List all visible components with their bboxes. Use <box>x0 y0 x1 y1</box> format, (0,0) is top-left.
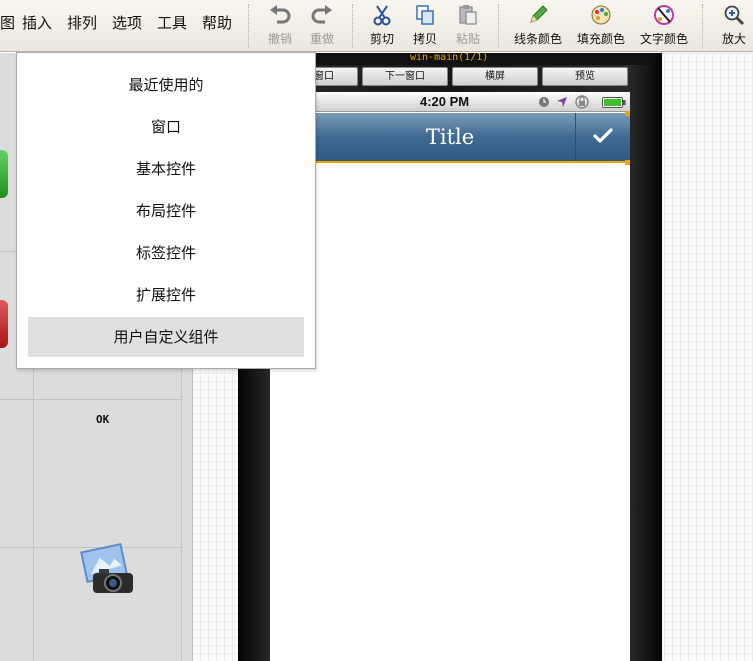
paste-label: 粘贴 <box>455 32 480 46</box>
red-button-widget[interactable] <box>0 300 8 348</box>
redo-icon <box>304 4 340 26</box>
menu-item-basic-controls[interactable]: 基本控件 <box>28 149 304 189</box>
undo-icon <box>262 4 298 26</box>
checkmark-icon <box>593 127 613 149</box>
toolbar-separator <box>702 4 703 48</box>
status-bar: 4:20 PM <box>270 92 630 112</box>
menu-tools[interactable]: 工具 <box>157 12 187 33</box>
magnifier-plus-icon <box>716 4 752 26</box>
checkmark-button[interactable] <box>575 113 630 161</box>
pencil-icon <box>511 4 565 26</box>
menu-view[interactable]: 图 <box>0 12 15 33</box>
menu-insert[interactable]: 插入 <box>22 12 52 33</box>
cut-label: 剪切 <box>369 32 394 46</box>
text-color-icon <box>637 4 691 26</box>
copy-label: 拷贝 <box>412 32 437 46</box>
undo-button[interactable]: 撤销 <box>262 4 298 50</box>
copy-icon <box>407 4 443 26</box>
menu-options[interactable]: 选项 <box>112 12 142 33</box>
menu-item-custom-components[interactable]: 用户自定义组件 <box>28 317 304 357</box>
line-color-label: 线条颜色 <box>513 32 562 46</box>
window-label: win-main(1/1) <box>410 52 489 63</box>
paste-button[interactable]: 粘贴 <box>450 4 486 50</box>
selection-handle[interactable] <box>625 111 630 116</box>
navigation-bar[interactable]: Title <box>270 113 630 163</box>
rotation-lock-icon <box>574 95 590 113</box>
ok-button-widget[interactable]: OK <box>96 413 109 426</box>
menu-item-layout-controls[interactable]: 布局控件 <box>28 191 304 231</box>
line-color-button[interactable]: 线条颜色 <box>511 4 565 50</box>
copy-button[interactable]: 拷贝 <box>407 4 443 50</box>
menu-item-label-controls[interactable]: 标签控件 <box>28 233 304 273</box>
scissors-icon <box>364 4 400 26</box>
undo-label: 撤销 <box>267 32 292 46</box>
paste-icon <box>450 4 486 26</box>
toolbar-separator <box>498 4 499 48</box>
text-color-label: 文字颜色 <box>639 32 688 46</box>
menu-help[interactable]: 帮助 <box>202 12 232 33</box>
menu-item-window[interactable]: 窗口 <box>28 107 304 147</box>
toolbar: 图 插入 排列 选项 工具 帮助 撤销 重做 剪切 拷贝 粘贴 线条颜色 填充颜… <box>0 0 753 52</box>
toolbar-separator <box>352 4 353 48</box>
redo-label: 重做 <box>309 32 334 46</box>
clock-icon <box>538 96 550 112</box>
status-time: 4:20 PM <box>420 94 470 109</box>
zoom-in-button[interactable]: 放大 <box>716 4 752 50</box>
menu-arrange[interactable]: 排列 <box>67 12 97 33</box>
zoom-in-label: 放大 <box>721 32 746 46</box>
next-window-button[interactable]: 下一窗口 <box>362 67 448 86</box>
preview-button[interactable]: 预览 <box>542 67 628 86</box>
insert-dropdown-menu: 最近使用的 窗口 基本控件 布局控件 标签控件 扩展控件 用户自定义组件 <box>16 52 316 369</box>
palette-divider <box>0 399 182 400</box>
fill-color-label: 填充颜色 <box>576 32 625 46</box>
cut-button[interactable]: 剪切 <box>364 4 400 50</box>
text-color-button[interactable]: 文字颜色 <box>637 4 691 50</box>
redo-button[interactable]: 重做 <box>304 4 340 50</box>
location-arrow-icon <box>556 96 568 112</box>
fill-color-button[interactable]: 填充颜色 <box>574 4 628 50</box>
battery-icon <box>602 97 626 112</box>
landscape-button[interactable]: 横屏 <box>452 67 538 86</box>
menu-item-recent[interactable]: 最近使用的 <box>28 65 304 105</box>
selection-handle[interactable] <box>625 160 630 165</box>
phone-screen[interactable] <box>270 92 630 661</box>
menu-item-extension-controls[interactable]: 扩展控件 <box>28 275 304 315</box>
green-button-widget[interactable] <box>0 150 8 198</box>
fill-palette-icon <box>574 4 628 26</box>
toolbar-separator <box>248 4 249 48</box>
camera-photo-icon[interactable] <box>79 541 137 603</box>
